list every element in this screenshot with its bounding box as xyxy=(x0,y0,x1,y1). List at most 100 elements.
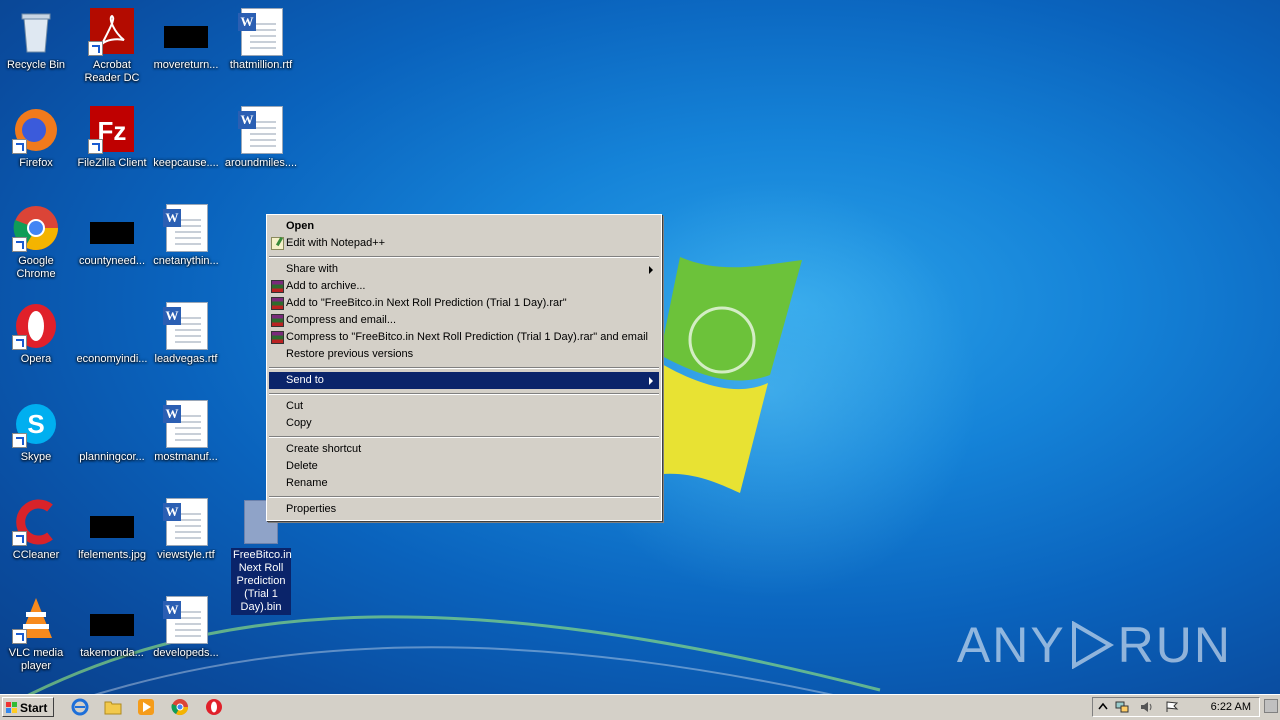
desktop-icon-economyindi[interactable]: economyindi... xyxy=(74,302,150,366)
folder-icon[interactable] xyxy=(104,698,122,716)
menu-separator xyxy=(269,256,659,258)
context-menu: Open Edit with Notepad++ Share with Add … xyxy=(266,214,662,521)
shortcut-arrow-icon xyxy=(12,629,27,644)
desktop-icon-acrobat[interactable]: Acrobat Reader DC xyxy=(74,8,150,85)
word-document-icon: W xyxy=(237,8,285,56)
image-file-icon xyxy=(88,498,136,546)
word-document-icon: W xyxy=(162,498,210,546)
desktop-icon-thatmillion[interactable]: W thatmillion.rtf xyxy=(223,8,299,72)
show-desktop-button[interactable] xyxy=(1264,699,1278,713)
desktop-icon-recycle-bin[interactable]: Recycle Bin xyxy=(0,8,74,72)
file-thumbnail-icon xyxy=(88,400,136,448)
menu-item-restore-versions[interactable]: Restore previous versions xyxy=(269,346,659,363)
action-center-flag-icon[interactable] xyxy=(1165,701,1179,713)
windows-logo-wallpaper xyxy=(652,257,802,493)
menu-item-rename[interactable]: Rename xyxy=(269,475,659,492)
internet-explorer-icon[interactable] xyxy=(71,698,89,716)
firefox-icon xyxy=(12,106,60,154)
chrome-icon xyxy=(12,204,60,252)
skype-icon: S xyxy=(12,400,60,448)
winrar-icon xyxy=(271,314,284,327)
winrar-icon xyxy=(271,280,284,293)
anyrun-watermark: ANY RUN xyxy=(956,617,1232,673)
submenu-arrow-icon xyxy=(649,266,653,274)
desktop-icon-google-chrome[interactable]: Google Chrome xyxy=(0,204,74,281)
desktop-icon-filezilla[interactable]: Fz FileZilla Client xyxy=(74,106,150,170)
menu-item-edit-notepadpp[interactable]: Edit with Notepad++ xyxy=(269,235,659,252)
tray-expand-chevron-icon[interactable] xyxy=(1096,701,1110,713)
shortcut-arrow-icon xyxy=(12,139,27,154)
clock[interactable]: 6:22 AM xyxy=(1211,698,1251,716)
menu-separator xyxy=(269,436,659,438)
start-button[interactable]: Start xyxy=(2,697,54,717)
recycle-bin-icon xyxy=(12,8,60,56)
menu-item-add-to-archive[interactable]: Add to archive... xyxy=(269,278,659,295)
menu-separator xyxy=(269,367,659,369)
desktop-icon-keepcause[interactable]: keepcause.... xyxy=(148,106,224,170)
taskbar: Start 6:22 AM xyxy=(0,694,1280,720)
menu-item-compress-to-rar-email[interactable]: Compress to "FreeBitco.in Next Roll Pred… xyxy=(269,329,659,346)
file-thumbnail-icon xyxy=(162,8,210,56)
notepadpp-icon xyxy=(271,237,284,250)
windows-flag-icon xyxy=(6,702,17,713)
desktop-icon-firefox[interactable]: Firefox xyxy=(0,106,74,170)
file-thumbnail-icon xyxy=(88,204,136,252)
menu-separator xyxy=(269,496,659,498)
volume-icon[interactable] xyxy=(1140,701,1154,713)
desktop-icon-vlc[interactable]: VLC media player xyxy=(0,596,74,673)
word-document-icon: W xyxy=(162,400,210,448)
menu-item-compress-email[interactable]: Compress and email... xyxy=(269,312,659,329)
menu-item-delete[interactable]: Delete xyxy=(269,458,659,475)
desktop-icon-planningcor[interactable]: planningcor... xyxy=(74,400,150,464)
system-tray: 6:22 AM xyxy=(1092,697,1260,717)
network-icon[interactable] xyxy=(1115,701,1129,713)
menu-item-add-to-rar[interactable]: Add to "FreeBitco.in Next Roll Predictio… xyxy=(269,295,659,312)
desktop-icon-viewstyle[interactable]: W viewstyle.rtf xyxy=(148,498,224,562)
menu-item-create-shortcut[interactable]: Create shortcut xyxy=(269,441,659,458)
submenu-arrow-icon xyxy=(649,377,653,385)
desktop-icon-cnetanythin[interactable]: W cnetanythin... xyxy=(148,204,224,268)
desktop-icon-leadvegas[interactable]: W leadvegas.rtf xyxy=(148,302,224,366)
file-thumbnail-icon xyxy=(162,106,210,154)
shortcut-arrow-icon xyxy=(12,237,27,252)
opera-icon[interactable] xyxy=(205,698,223,716)
media-player-icon[interactable] xyxy=(137,698,155,716)
desktop-icon-aroundmiles[interactable]: W aroundmiles.... xyxy=(223,106,299,170)
file-thumbnail-icon xyxy=(88,596,136,644)
word-document-icon: W xyxy=(162,302,210,350)
svg-text:S: S xyxy=(27,409,44,439)
desktop-icon-mostmanuf[interactable]: W mostmanuf... xyxy=(148,400,224,464)
desktop-icon-takemonda[interactable]: takemonda... xyxy=(74,596,150,660)
word-document-icon: W xyxy=(162,204,210,252)
file-thumbnail-icon xyxy=(88,302,136,350)
desktop-icon-movereturn[interactable]: movereturn... xyxy=(148,8,224,72)
winrar-icon xyxy=(271,331,284,344)
menu-item-open[interactable]: Open xyxy=(269,218,659,235)
desktop-icon-skype[interactable]: S Skype xyxy=(0,400,74,464)
ccleaner-icon xyxy=(12,498,60,546)
shortcut-arrow-icon xyxy=(12,335,27,350)
menu-item-share-with[interactable]: Share with xyxy=(269,261,659,278)
desktop-icon-developeds[interactable]: W developeds... xyxy=(148,596,224,660)
menu-separator xyxy=(269,393,659,395)
desktop-icon-ccleaner[interactable]: CCleaner xyxy=(0,498,74,562)
filezilla-icon: Fz xyxy=(88,106,136,154)
opera-icon xyxy=(12,302,60,350)
acrobat-icon xyxy=(88,8,136,56)
menu-item-send-to[interactable]: Send to xyxy=(269,372,659,389)
shortcut-arrow-icon xyxy=(12,433,27,448)
word-document-icon: W xyxy=(162,596,210,644)
winrar-icon xyxy=(271,297,284,310)
vlc-cone-icon xyxy=(12,596,60,644)
desktop-icon-opera[interactable]: Opera xyxy=(0,302,74,366)
shortcut-arrow-icon xyxy=(88,41,103,56)
menu-item-cut[interactable]: Cut xyxy=(269,398,659,415)
shortcut-arrow-icon xyxy=(88,139,103,154)
desktop-icon-lfelements[interactable]: lfelements.jpg xyxy=(74,498,150,562)
shortcut-arrow-icon xyxy=(12,531,27,546)
menu-item-properties[interactable]: Properties xyxy=(269,501,659,518)
menu-item-copy[interactable]: Copy xyxy=(269,415,659,432)
chrome-icon[interactable] xyxy=(171,698,189,716)
word-document-icon: W xyxy=(237,106,285,154)
desktop-icon-countyneed[interactable]: countyneed... xyxy=(74,204,150,268)
